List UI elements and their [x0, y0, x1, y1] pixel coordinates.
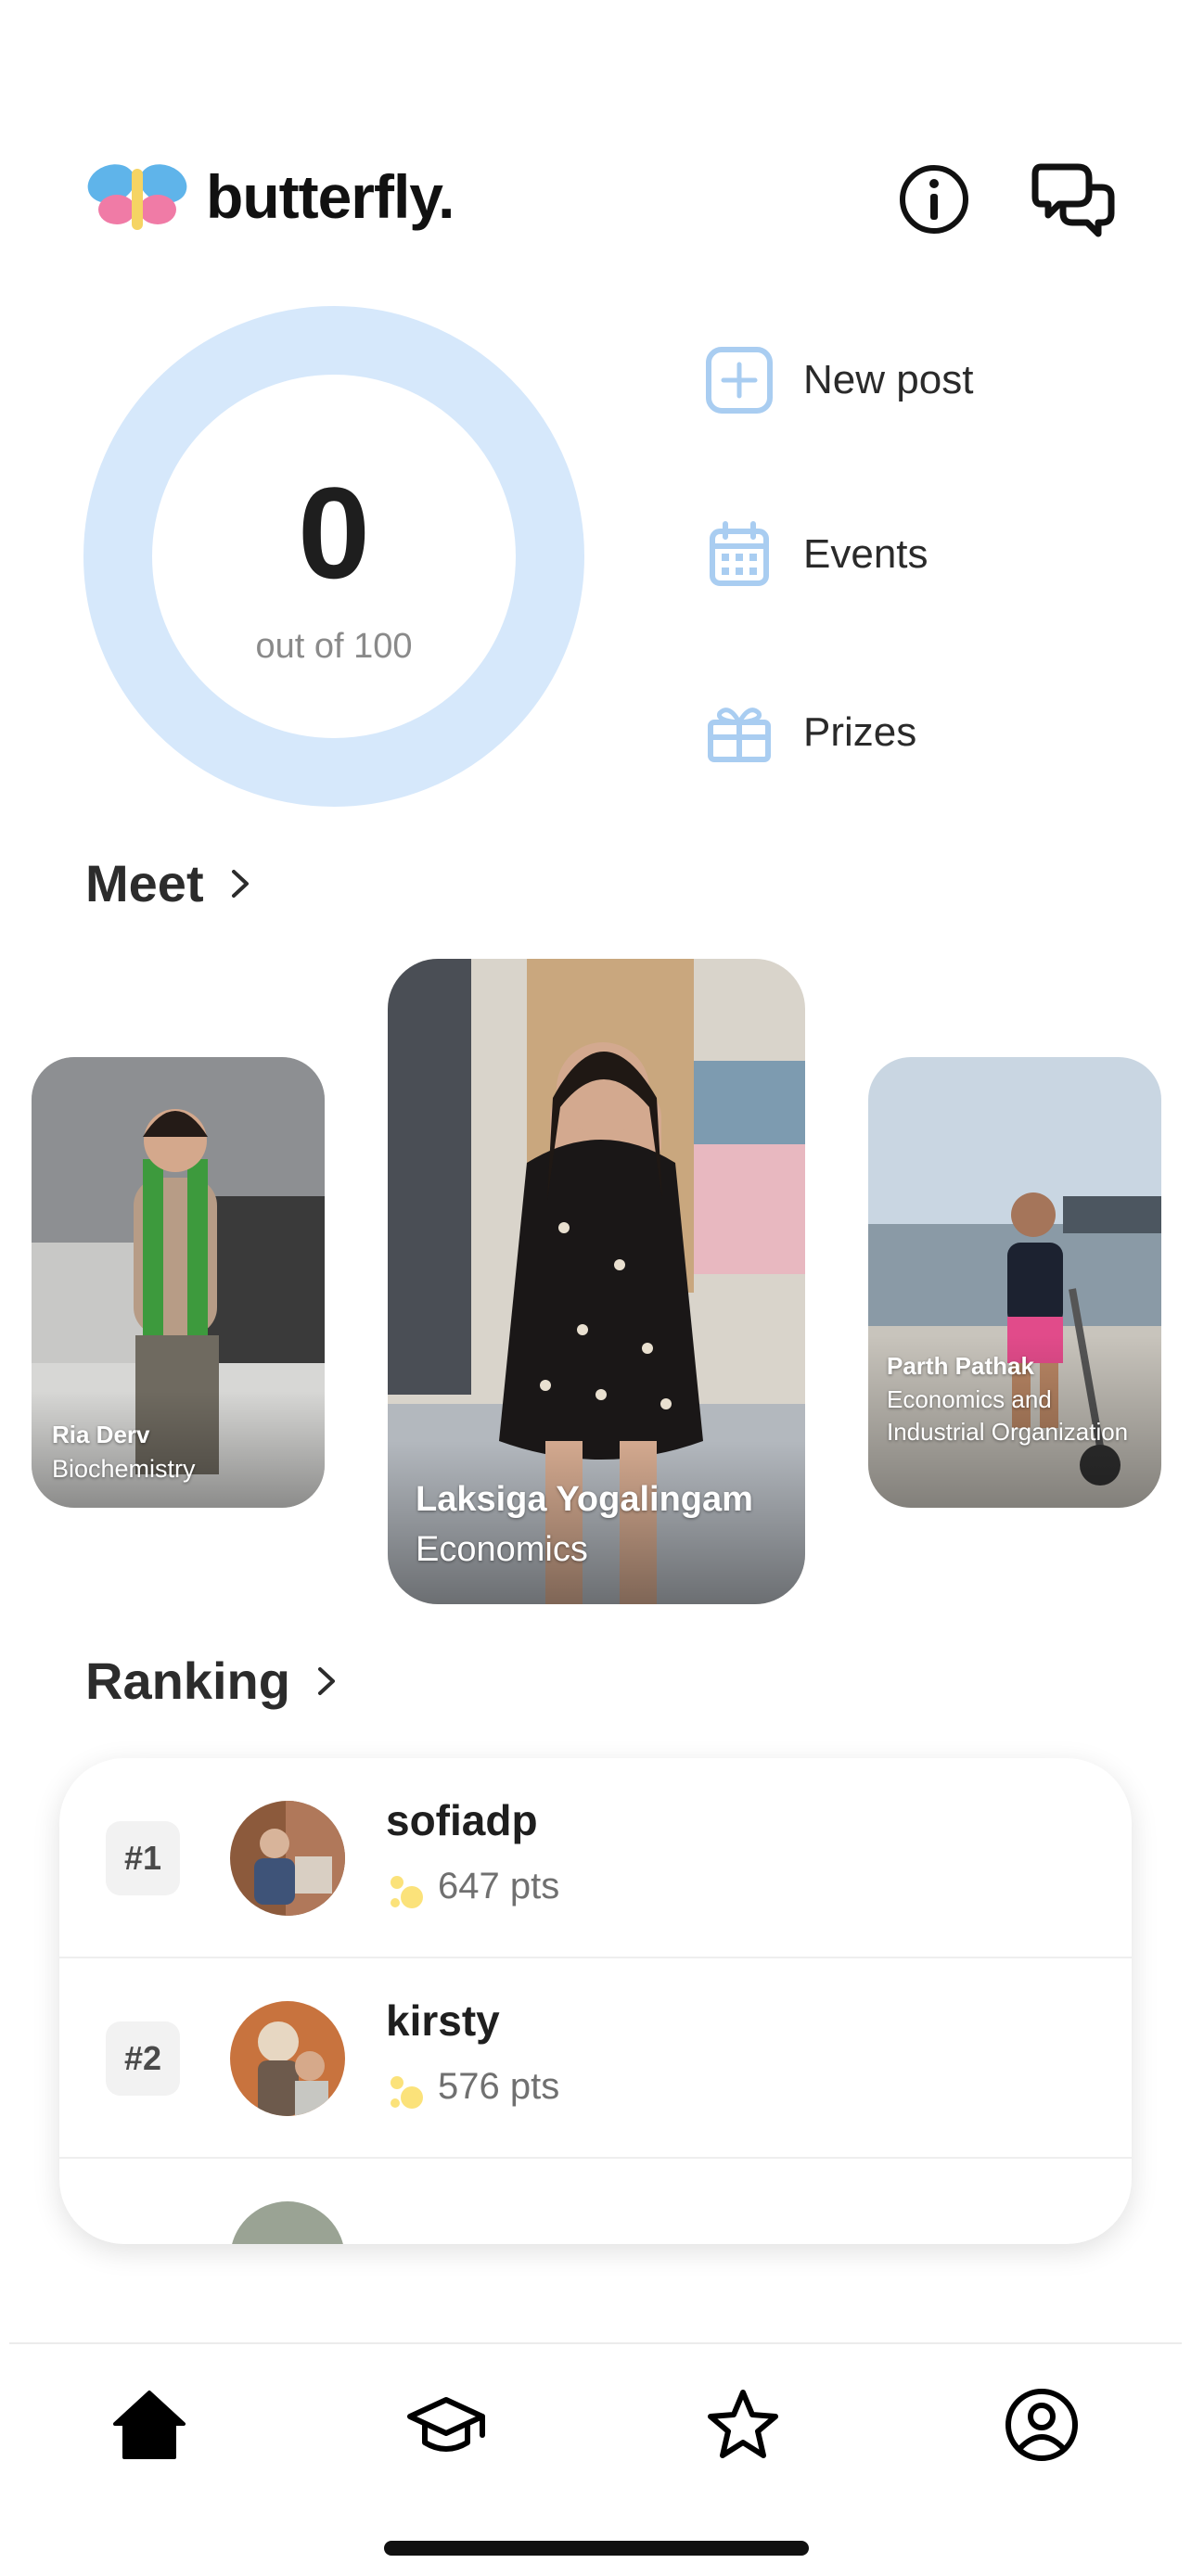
ranking-title: Ranking: [85, 1651, 290, 1710]
calendar-icon: [710, 521, 769, 586]
prizes-button[interactable]: Prizes: [705, 695, 916, 770]
ranking-row[interactable]: #2 kirsty 576 pts: [59, 1958, 1132, 2159]
ranking-points: 576 pts: [438, 2066, 560, 2107]
meet-section-link[interactable]: Meet: [85, 853, 256, 913]
meet-card-name: Ria Derv: [52, 1421, 150, 1448]
tabbar-divider: [9, 2342, 1182, 2344]
meet-card[interactable]: Parth Pathak Economics and Industrial Or…: [868, 1057, 1161, 1508]
events-label: Events: [803, 531, 928, 577]
meet-card[interactable]: Laksiga Yogalingam Economics: [388, 959, 805, 1604]
ranking-username: sofiadp: [386, 1796, 538, 1844]
ranking-row[interactable]: [59, 2159, 1132, 2244]
meet-card-subject: Biochemistry: [52, 1455, 196, 1483]
meet-title: Meet: [85, 854, 204, 912]
meet-card[interactable]: Ria Derv Biochemistry: [32, 1057, 325, 1508]
butterfly-logo-icon: [87, 164, 187, 230]
rank-badge: #1: [106, 1821, 180, 1895]
profile-icon[interactable]: [1000, 2383, 1083, 2467]
avatar: [230, 2201, 345, 2244]
meet-card-name: Parth Pathak: [887, 1352, 1034, 1380]
sparkle-points-icon: [391, 2076, 423, 2109]
graduation-cap-icon[interactable]: [404, 2383, 488, 2467]
ranking-points: 647 pts: [438, 1866, 560, 1906]
chat-icon[interactable]: [1031, 159, 1115, 239]
meet-card-subject: Economics and Industrial Organization: [887, 1385, 1129, 1447]
brand-name: butterfly.: [206, 162, 455, 231]
info-icon[interactable]: [898, 163, 970, 236]
prizes-label: Prizes: [803, 709, 917, 755]
star-icon[interactable]: [701, 2383, 785, 2467]
ranking-section-link[interactable]: Ranking: [85, 1651, 342, 1711]
events-button[interactable]: Events: [705, 517, 928, 592]
ranking-row[interactable]: #1 sofiadp 647 pts: [59, 1758, 1132, 1958]
chevron-right-icon: [317, 1666, 335, 1695]
new-post-label: New post: [803, 357, 974, 402]
avatar: [230, 1801, 345, 1916]
meet-card-name: Laksiga Yogalingam: [416, 1480, 753, 1519]
rank-badge: #2: [106, 2021, 180, 2096]
new-post-button[interactable]: New post: [705, 343, 973, 417]
ranking-username: kirsty: [386, 1996, 500, 2045]
gift-icon: [708, 708, 771, 762]
home-icon[interactable]: [108, 2383, 191, 2467]
sparkle-points-icon: [391, 1876, 423, 1908]
avatar: [230, 2001, 345, 2116]
score-value: 0: [298, 460, 370, 606]
chevron-right-icon: [231, 869, 249, 898]
score-caption: out of 100: [255, 627, 413, 666]
plus-square-icon: [706, 347, 773, 414]
home-indicator: [384, 2541, 809, 2556]
ranking-list[interactable]: #1 sofiadp 647 pts #2 kirsty 576 pts: [59, 1758, 1132, 2244]
meet-card-subject: Economics: [416, 1530, 588, 1569]
